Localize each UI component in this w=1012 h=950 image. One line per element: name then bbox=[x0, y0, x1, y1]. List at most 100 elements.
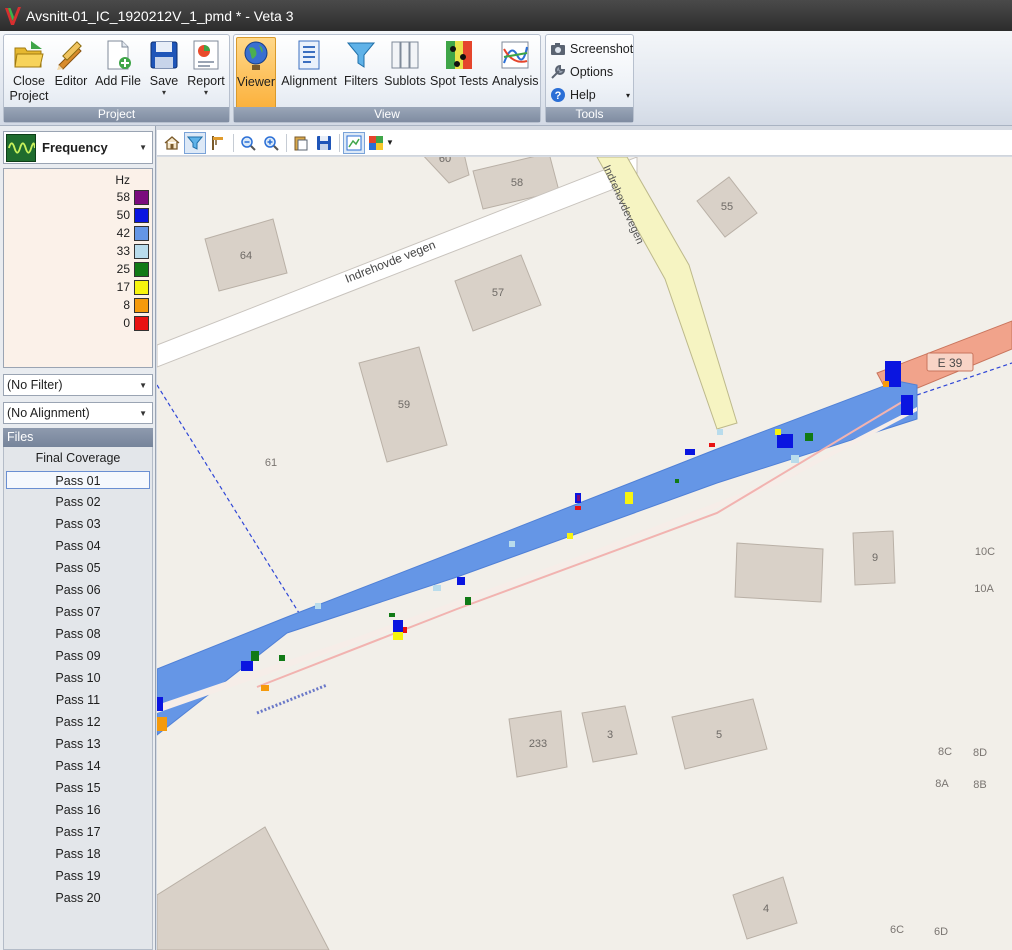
file-item-pass-03[interactable]: Pass 03 bbox=[6, 515, 150, 533]
analysis-button[interactable]: Analysis bbox=[492, 37, 539, 109]
sublots-label: Sublots bbox=[384, 74, 426, 88]
coverage-patch bbox=[457, 577, 465, 585]
legend-swatch bbox=[134, 261, 149, 277]
address-label: 61 bbox=[265, 457, 277, 469]
building bbox=[157, 826, 330, 950]
color-legend: Hz 58 50 42 33 25 17 8 0 bbox=[3, 168, 153, 368]
spot-tests-button[interactable]: Spot Tests bbox=[430, 37, 488, 109]
chevron-down-icon: ▼ bbox=[386, 138, 394, 147]
legend-row: 50 bbox=[117, 207, 149, 223]
coverage-patch bbox=[157, 717, 167, 731]
file-item-pass-01[interactable]: Pass 01 bbox=[6, 471, 150, 489]
legend-swatch bbox=[134, 243, 149, 259]
coverage-patch bbox=[777, 434, 793, 448]
file-item-pass-11[interactable]: Pass 11 bbox=[6, 691, 150, 709]
building-label: 57 bbox=[492, 287, 504, 299]
file-item-pass-04[interactable]: Pass 04 bbox=[6, 537, 150, 555]
map-view[interactable]: 60 58 55 64 57 59 9 233 3 5 4 61 10C 10A… bbox=[157, 157, 1012, 950]
editor-button[interactable]: Editor bbox=[53, 37, 89, 109]
file-item-pass-15[interactable]: Pass 15 bbox=[6, 779, 150, 797]
filter-select[interactable]: (No Filter) ▼ bbox=[3, 374, 153, 396]
address-label: 10C bbox=[975, 546, 995, 558]
coverage-patch bbox=[251, 651, 259, 661]
file-item-pass-20[interactable]: Pass 20 bbox=[6, 889, 150, 907]
file-item-pass-06[interactable]: Pass 06 bbox=[6, 581, 150, 599]
legend-value: 25 bbox=[116, 262, 130, 276]
map-layer-button[interactable] bbox=[343, 131, 365, 154]
file-item-pass-18[interactable]: Pass 18 bbox=[6, 845, 150, 863]
map-layer-icon bbox=[346, 135, 362, 150]
chevron-down-icon: ▼ bbox=[139, 380, 147, 390]
add-file-icon bbox=[107, 40, 131, 70]
file-item-pass-08[interactable]: Pass 08 bbox=[6, 625, 150, 643]
file-item-pass-07[interactable]: Pass 07 bbox=[6, 603, 150, 621]
building-label: 60 bbox=[439, 157, 451, 165]
report-label: Report bbox=[187, 74, 225, 88]
file-item-pass-19[interactable]: Pass 19 bbox=[6, 867, 150, 885]
file-item-final-coverage[interactable]: Final Coverage bbox=[6, 449, 150, 467]
file-item-pass-02[interactable]: Pass 02 bbox=[6, 493, 150, 511]
alignment-button[interactable]: Alignment bbox=[280, 37, 338, 109]
coverage-patch bbox=[577, 495, 580, 501]
address-label: 8B bbox=[973, 779, 986, 791]
address-label: 10A bbox=[974, 583, 994, 595]
file-item-pass-05[interactable]: Pass 05 bbox=[6, 559, 150, 577]
add-file-label: Add File bbox=[95, 74, 141, 88]
measure-selector[interactable]: Frequency ▼ bbox=[3, 131, 153, 164]
zoom-in-button[interactable] bbox=[260, 132, 282, 154]
ribbon-group-tools: Screenshot Options ? Help ▾ Tools bbox=[545, 34, 634, 123]
report-button[interactable]: Report ▾ bbox=[186, 37, 226, 109]
filter-toggle-button[interactable] bbox=[184, 131, 206, 154]
save-dropdown-icon[interactable]: ▾ bbox=[146, 89, 182, 97]
file-item-pass-16[interactable]: Pass 16 bbox=[6, 801, 150, 819]
ribbon-group-project: Close Project Editor Add File Save ▾ Rep… bbox=[3, 34, 230, 123]
options-button[interactable]: Options bbox=[550, 62, 613, 82]
add-file-button[interactable]: Add File bbox=[93, 37, 143, 109]
legend-row: 33 bbox=[117, 243, 149, 259]
building-label: 55 bbox=[721, 201, 733, 213]
toolbar-divider bbox=[286, 133, 287, 152]
help-icon: ? bbox=[551, 88, 565, 102]
file-item-pass-10[interactable]: Pass 10 bbox=[6, 669, 150, 687]
file-item-pass-12[interactable]: Pass 12 bbox=[6, 713, 150, 731]
help-label: Help bbox=[570, 88, 596, 102]
ribbon-group-view: Viewer Alignment Filters Sublots Spot Te… bbox=[233, 34, 541, 123]
report-dropdown-icon[interactable]: ▾ bbox=[186, 89, 226, 97]
legend-unit: Hz bbox=[115, 173, 130, 187]
file-item-pass-14[interactable]: Pass 14 bbox=[6, 757, 150, 775]
help-button[interactable]: ? Help ▾ bbox=[550, 85, 630, 105]
zoom-out-button[interactable] bbox=[237, 132, 259, 154]
viewer-label: Viewer bbox=[237, 75, 275, 89]
sublots-button[interactable]: Sublots bbox=[384, 37, 426, 109]
coverage-patch bbox=[575, 506, 581, 510]
chevron-down-icon: ▼ bbox=[139, 143, 147, 152]
save-button[interactable]: Save ▾ bbox=[146, 37, 182, 109]
close-project-label-1: Close bbox=[13, 74, 45, 88]
map-canvas[interactable]: 60 58 55 64 57 59 9 233 3 5 4 61 10C 10A… bbox=[157, 157, 1012, 950]
viewer-button[interactable]: Viewer bbox=[236, 37, 276, 109]
file-item-pass-13[interactable]: Pass 13 bbox=[6, 735, 150, 753]
map-provider-button[interactable]: ▼ bbox=[366, 132, 396, 154]
ribbon-group-project-label: Project bbox=[4, 107, 229, 122]
coverage-patch bbox=[403, 627, 407, 633]
svg-text:?: ? bbox=[555, 90, 562, 102]
alignment-label: Alignment bbox=[281, 74, 337, 88]
veta-logo-icon bbox=[5, 6, 21, 25]
alignment-doc-icon bbox=[298, 40, 320, 70]
files-header: Files bbox=[3, 428, 153, 447]
file-item-pass-17[interactable]: Pass 17 bbox=[6, 823, 150, 841]
home-button[interactable] bbox=[161, 132, 183, 154]
save-image-button[interactable] bbox=[313, 132, 335, 154]
alignment-tool-button[interactable] bbox=[207, 132, 229, 154]
copy-button[interactable] bbox=[290, 132, 312, 154]
help-dropdown-icon[interactable]: ▾ bbox=[626, 91, 630, 100]
filters-button[interactable]: Filters bbox=[342, 37, 380, 109]
coverage-patch bbox=[901, 395, 913, 415]
legend-value: 8 bbox=[123, 298, 130, 312]
close-project-button[interactable]: Close Project bbox=[7, 37, 51, 109]
screenshot-button[interactable]: Screenshot bbox=[550, 39, 633, 59]
file-item-pass-09[interactable]: Pass 09 bbox=[6, 647, 150, 665]
coverage-patch bbox=[241, 661, 253, 671]
alignment-select[interactable]: (No Alignment) ▼ bbox=[3, 402, 153, 424]
spot-tests-label: Spot Tests bbox=[430, 74, 489, 88]
